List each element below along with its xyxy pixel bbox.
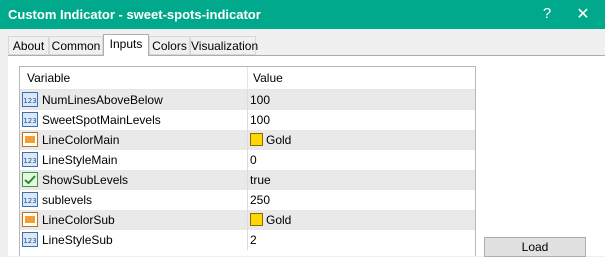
- variable-name: NumLinesAboveBelow: [42, 93, 163, 107]
- load-button[interactable]: Load: [484, 237, 586, 257]
- table-row[interactable]: ShowSubLevels true: [20, 170, 475, 190]
- variable-value[interactable]: true: [250, 173, 271, 187]
- table-row[interactable]: 123 LineStyleSub 2: [20, 230, 475, 250]
- window-title: Custom Indicator - sweet-spots-indicator: [8, 7, 261, 22]
- variable-value[interactable]: Gold: [250, 133, 291, 147]
- table-row[interactable]: 123 NumLinesAboveBelow 100: [20, 90, 475, 110]
- table-row[interactable]: 123 LineStyleMain 0: [20, 150, 475, 170]
- variable-name: ShowSubLevels: [42, 173, 129, 187]
- inputs-grid: Variable Value 123 NumLinesAboveBelow 10…: [19, 66, 476, 256]
- variable-value[interactable]: 250: [250, 193, 270, 207]
- cell-divider: [247, 170, 248, 190]
- variable-value[interactable]: 100: [250, 93, 270, 107]
- color-name: Gold: [266, 133, 292, 147]
- tab-visualization[interactable]: Visualization: [190, 36, 258, 55]
- variable-name: LineStyleSub: [42, 233, 113, 247]
- color-icon: [22, 132, 38, 147]
- number-icon: 123: [22, 192, 38, 207]
- svg-text:123: 123: [23, 97, 36, 105]
- cell-divider: [247, 190, 248, 210]
- cell-divider: [247, 210, 248, 230]
- variable-name: sublevels: [42, 193, 93, 207]
- column-header-value[interactable]: Value: [253, 71, 283, 85]
- cell-divider: [247, 230, 248, 250]
- svg-text:123: 123: [23, 117, 36, 125]
- tab-about[interactable]: About: [8, 36, 49, 55]
- color-swatch: [250, 213, 263, 226]
- table-row[interactable]: 123 sublevels 250: [20, 190, 475, 210]
- variable-value[interactable]: Gold: [250, 213, 291, 227]
- variable-name: LineColorMain: [42, 133, 120, 147]
- tab-common[interactable]: Common: [49, 36, 103, 55]
- variable-name: SweetSpotMainLevels: [42, 113, 161, 127]
- svg-text:123: 123: [23, 157, 36, 165]
- column-separator[interactable]: [247, 67, 248, 89]
- color-swatch: [250, 133, 263, 146]
- variable-name: LineColorSub: [42, 213, 115, 227]
- number-icon: 123: [22, 232, 38, 247]
- grid-header: Variable Value: [20, 67, 475, 90]
- title-bar: Custom Indicator - sweet-spots-indicator…: [0, 0, 605, 29]
- column-header-variable[interactable]: Variable: [27, 71, 70, 85]
- close-button[interactable]: ✕: [571, 4, 595, 24]
- cell-divider: [247, 150, 248, 170]
- variable-name: LineStyleMain: [42, 153, 118, 167]
- number-icon: 123: [22, 152, 38, 167]
- cell-divider: [247, 110, 248, 130]
- tab-colors[interactable]: Colors: [149, 36, 190, 55]
- tab-inputs[interactable]: Inputs: [103, 34, 149, 56]
- boolean-icon: [22, 172, 38, 187]
- color-name: Gold: [266, 213, 292, 227]
- number-icon: 123: [22, 92, 38, 107]
- color-icon: [22, 212, 38, 227]
- number-icon: 123: [22, 112, 38, 127]
- help-button[interactable]: ?: [535, 5, 559, 22]
- table-row[interactable]: LineColorMain Gold: [20, 130, 475, 150]
- svg-text:123: 123: [23, 237, 36, 245]
- variable-value[interactable]: 2: [250, 233, 257, 247]
- table-row[interactable]: 123 SweetSpotMainLevels 100: [20, 110, 475, 130]
- cell-divider: [247, 90, 248, 110]
- cell-divider: [247, 130, 248, 150]
- variable-value[interactable]: 100: [250, 113, 270, 127]
- table-row[interactable]: LineColorSub Gold: [20, 210, 475, 230]
- variable-value[interactable]: 0: [250, 153, 257, 167]
- svg-text:123: 123: [23, 197, 36, 205]
